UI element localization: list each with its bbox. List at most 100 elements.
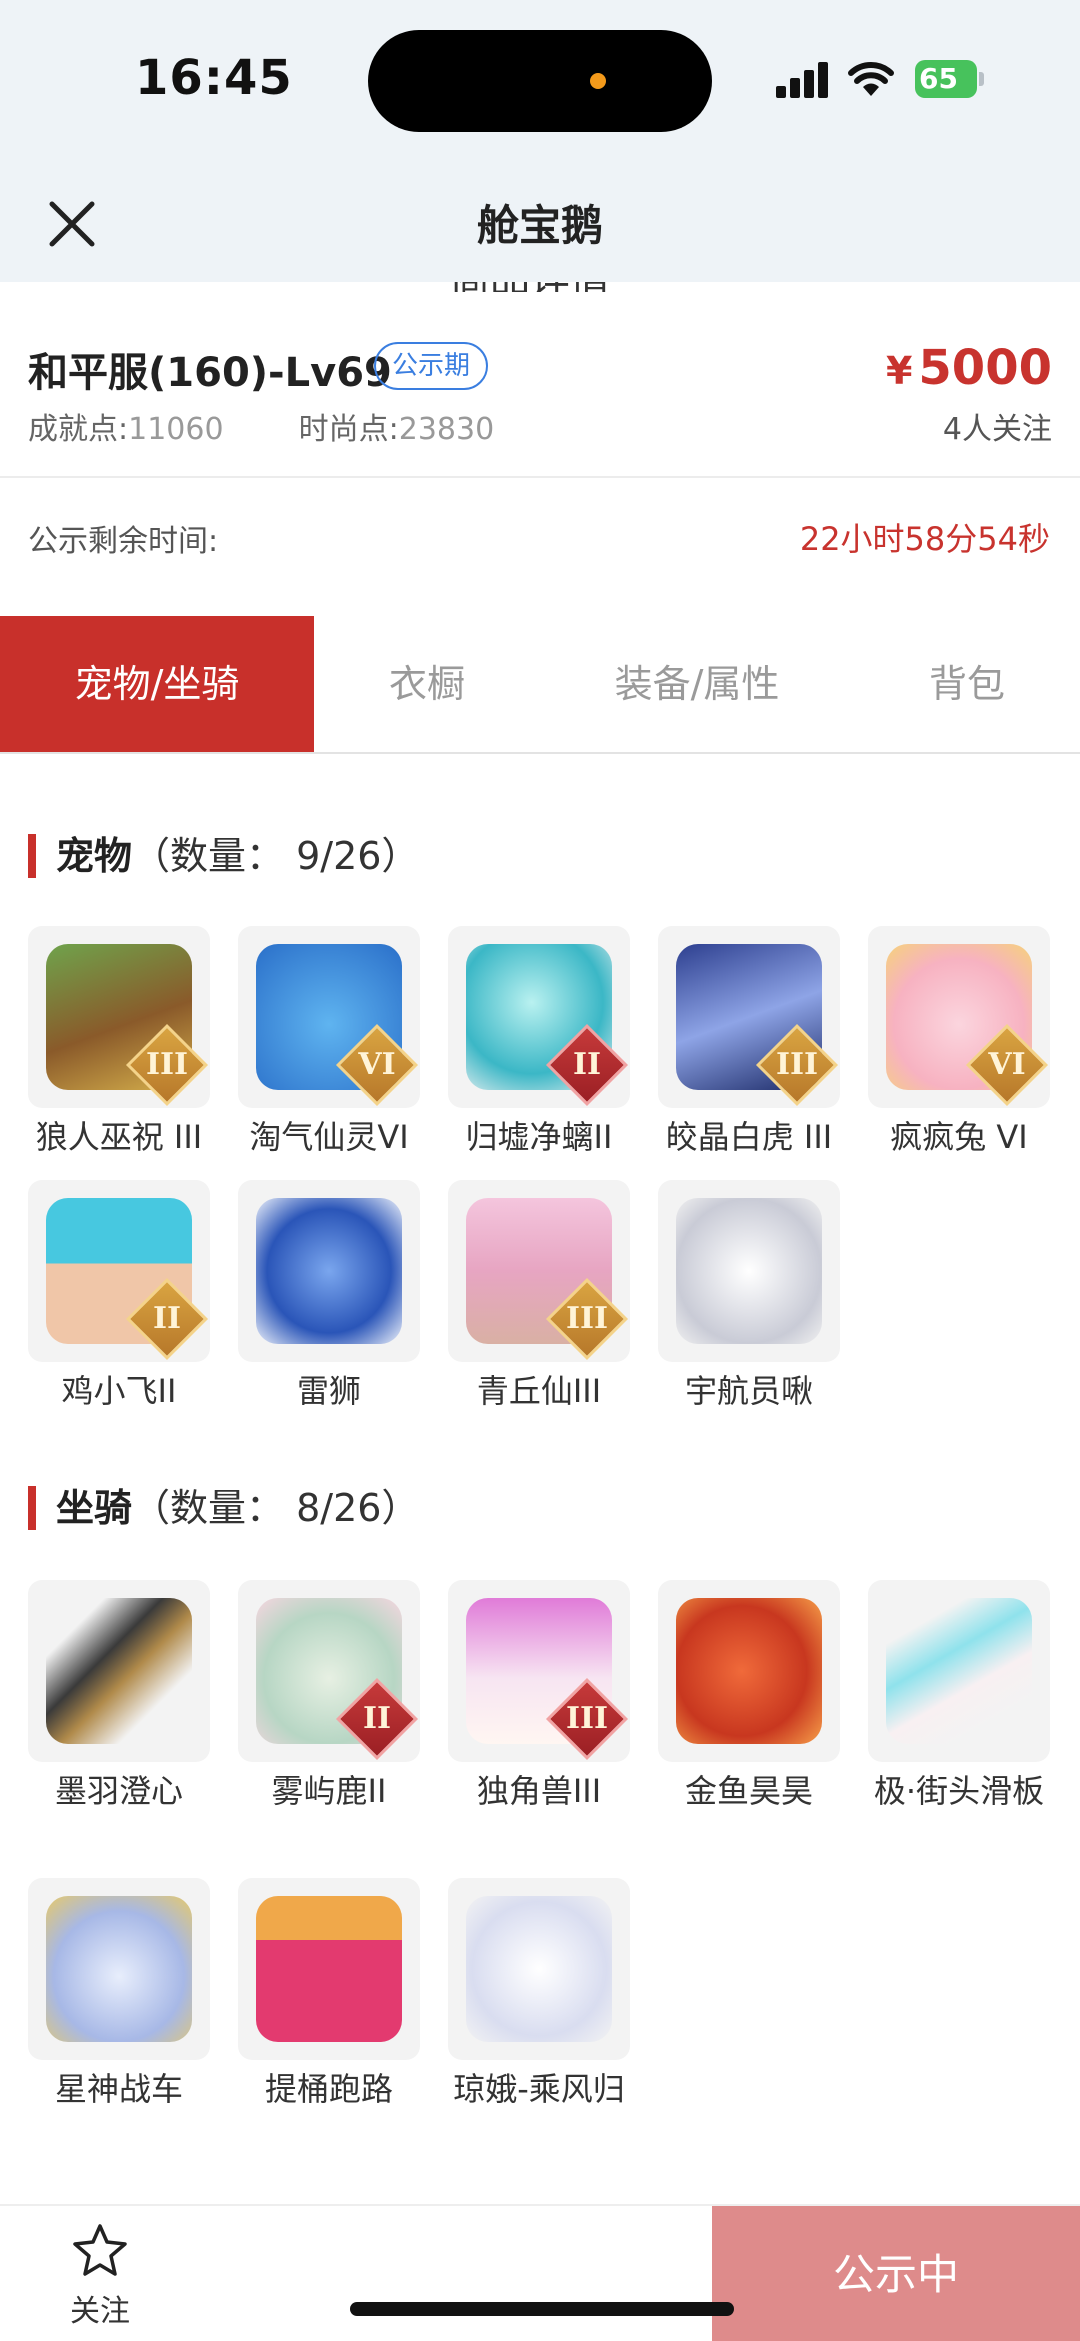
countdown-value: 22小时58分54秒 xyxy=(799,520,1050,558)
mounts-item-thumbnail: II xyxy=(238,1580,420,1762)
mounts-item[interactable]: 星神战车 xyxy=(28,1878,210,2110)
pets-item[interactable]: III 狼人巫祝 III xyxy=(28,926,210,1158)
tier-badge-label: III xyxy=(775,1047,819,1082)
home-indicator[interactable] xyxy=(350,2302,734,2316)
publicity-button[interactable]: 公示中 xyxy=(712,2206,1080,2341)
mounts-title: 坐骑 xyxy=(56,1486,133,1530)
mounts-item-name: 琼娥-乘风归 xyxy=(453,2070,625,2108)
mounts-item-thumbnail: III xyxy=(448,1580,630,1762)
status-time: 16:45 xyxy=(135,50,293,106)
divider xyxy=(0,476,1080,478)
tier-badge-label: VI xyxy=(988,1047,1026,1082)
pets-item-name: 疯疯兔 VI xyxy=(890,1118,1028,1156)
pets-section-title: 宠物（数量： 9/26） xyxy=(28,834,419,878)
pets-item[interactable]: 雷狮 xyxy=(238,1180,420,1412)
mounts-item-name: 星神战车 xyxy=(54,2070,183,2108)
pets-item-name: 青丘仙III xyxy=(476,1372,602,1410)
pets-item-thumbnail xyxy=(658,1180,840,1362)
achievement-value: 11060 xyxy=(128,412,224,447)
pets-item[interactable]: II 鸡小飞II xyxy=(28,1180,210,1412)
pets-item[interactable]: III 皎晶白虎 III xyxy=(658,926,840,1158)
countdown-label: 公示剩余时间: xyxy=(28,524,219,559)
pets-item[interactable]: VI 淘气仙灵VI xyxy=(238,926,420,1158)
status-badge: 公示期 xyxy=(374,342,489,390)
pets-item-name: 鸡小飞II xyxy=(61,1372,177,1410)
fashion-value: 23830 xyxy=(398,412,495,447)
pets-item-name: 归墟净螭II xyxy=(465,1118,613,1156)
pets-item-thumbnail: VI xyxy=(868,926,1050,1108)
page: 16:45 65 舱宝鹅 商品详情 和平服(160)-Lv69 公示期 ¥500… xyxy=(0,0,1080,2341)
skateboard-icon xyxy=(886,1598,1032,1744)
pets-item[interactable]: VI 疯疯兔 VI xyxy=(868,926,1050,1158)
tab-bar: 宠物/坐骑 衣橱 装备/属性 背包 xyxy=(0,616,1080,754)
star-chariot-icon xyxy=(46,1896,192,2042)
cellular-signal-icon xyxy=(776,62,830,98)
top-bar: 16:45 65 舱宝鹅 xyxy=(0,0,1080,282)
price-value: 5000 xyxy=(918,340,1052,396)
pets-item[interactable]: III 青丘仙III xyxy=(448,1180,630,1412)
mounts-item-thumbnail xyxy=(448,1878,630,2060)
follow-button[interactable]: 关注 xyxy=(60,2222,140,2330)
star-icon xyxy=(73,2224,127,2276)
mounts-section-title: 坐骑（数量： 8/26） xyxy=(28,1486,419,1530)
tab-equipment[interactable]: 装备/属性 xyxy=(540,616,854,752)
battery-icon: 65 xyxy=(915,60,985,98)
mounts-item-name: 墨羽澄心 xyxy=(54,1772,183,1810)
mounts-item[interactable]: 极·街头滑板 xyxy=(868,1580,1050,1812)
astronaut-cow-icon xyxy=(676,1198,822,1344)
bottom-bar: 关注 公示中 xyxy=(0,2204,1080,2341)
tier-badge-label: II xyxy=(572,1047,602,1082)
pets-item-thumbnail: III xyxy=(448,1180,630,1362)
tier-badge-label: III xyxy=(565,1301,609,1336)
followers-count: 4人关注 xyxy=(942,412,1052,447)
battery-level: 65 xyxy=(915,60,977,98)
pets-item-name: 皎晶白虎 III xyxy=(665,1118,833,1156)
mounts-item-name: 独角兽III xyxy=(476,1772,602,1810)
page-title: 舱宝鹅 xyxy=(476,201,603,250)
mounts-item-thumbnail xyxy=(658,1580,840,1762)
pets-item-name: 淘气仙灵VI xyxy=(249,1118,409,1156)
pets-item-thumbnail xyxy=(238,1180,420,1362)
pets-item[interactable]: II 归墟净螭II xyxy=(448,926,630,1158)
product-name: 和平服(160)-Lv69 xyxy=(28,350,392,396)
follow-label: 关注 xyxy=(70,2294,130,2329)
mounts-item[interactable]: III 独角兽III xyxy=(448,1580,630,1812)
mounts-item-thumbnail xyxy=(28,1878,210,2060)
pets-item-thumbnail: III xyxy=(28,926,210,1108)
pets-item-name: 狼人巫祝 III xyxy=(35,1118,203,1156)
mounts-item[interactable]: 墨羽澄心 xyxy=(28,1580,210,1812)
battery-cap xyxy=(979,72,984,86)
moon-fairy-icon xyxy=(466,1896,612,2042)
mounts-item-name: 提桶跑路 xyxy=(264,2070,393,2108)
mounts-item-name: 金鱼昊昊 xyxy=(684,1772,813,1810)
tab-wardrobe[interactable]: 衣橱 xyxy=(314,616,540,752)
mounts-item[interactable]: 金鱼昊昊 xyxy=(658,1580,840,1812)
feather-sword-icon xyxy=(46,1598,192,1744)
fashion-label: 时尚点: xyxy=(298,412,399,447)
tier-badge-label: II xyxy=(362,1701,392,1736)
mounts-item[interactable]: 琼娥-乘风归 xyxy=(448,1878,630,2110)
mounts-item[interactable]: 提桶跑路 xyxy=(238,1878,420,2110)
mounts-item-name: 雾屿鹿II xyxy=(271,1772,387,1810)
tier-badge-label: VI xyxy=(358,1047,396,1082)
mounts-item-thumbnail xyxy=(28,1580,210,1762)
pets-item-thumbnail: VI xyxy=(238,926,420,1108)
mounts-item-thumbnail xyxy=(238,1878,420,2060)
tier-badge-label: III xyxy=(565,1701,609,1736)
pets-item[interactable]: 宇航员啾 xyxy=(658,1180,840,1412)
mounts-item[interactable]: II 雾屿鹿II xyxy=(238,1580,420,1812)
tab-backpack[interactable]: 背包 xyxy=(854,616,1080,752)
wifi-icon xyxy=(848,62,894,96)
achievement-label: 成就点: xyxy=(28,412,129,447)
mounts-count: （数量： 8/26） xyxy=(132,1486,420,1530)
product-stats: 成就点:11060 时尚点:23830 xyxy=(28,404,494,448)
pets-count: （数量： 9/26） xyxy=(132,834,420,878)
bucket-icon xyxy=(256,1896,402,2042)
dynamic-island xyxy=(368,30,712,132)
tab-pets-mounts[interactable]: 宠物/坐骑 xyxy=(0,616,314,752)
pets-item-name: 宇航员啾 xyxy=(684,1372,813,1410)
thunder-lion-icon xyxy=(256,1198,402,1344)
pets-item-thumbnail: II xyxy=(28,1180,210,1362)
mounts-item-thumbnail xyxy=(868,1580,1050,1762)
pets-item-thumbnail: III xyxy=(658,926,840,1108)
